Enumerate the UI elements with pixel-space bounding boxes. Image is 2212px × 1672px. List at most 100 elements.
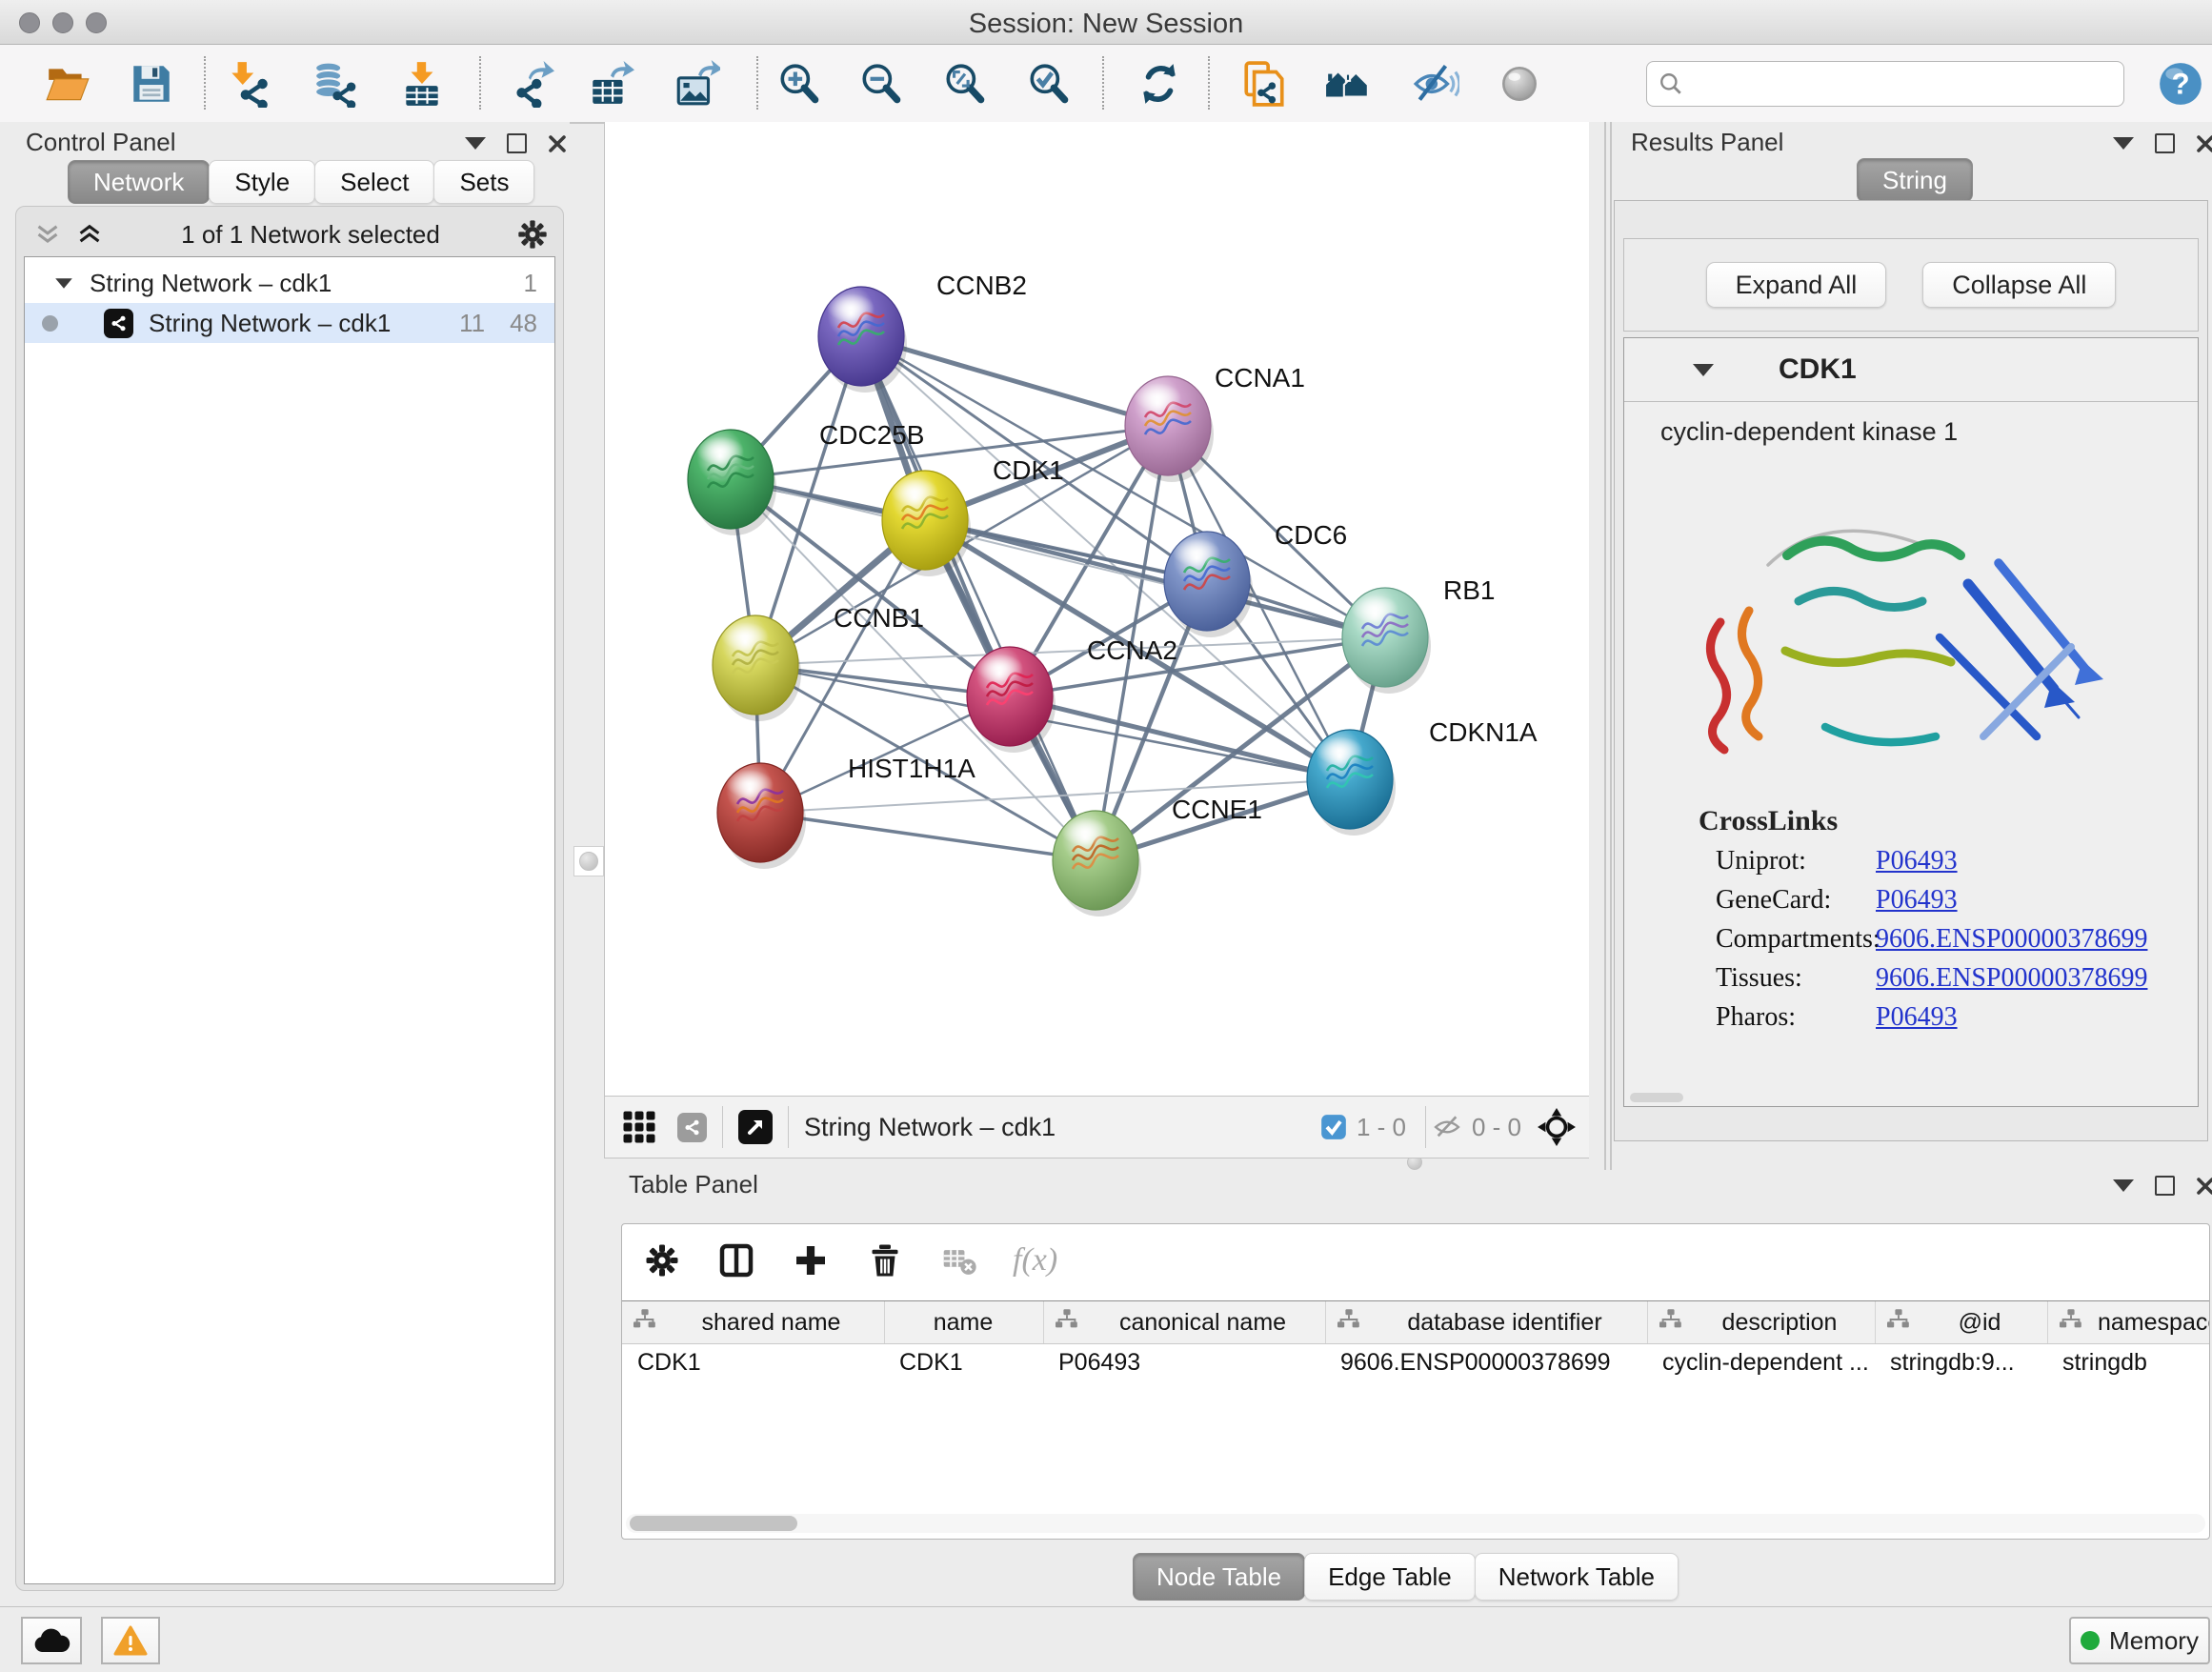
tab-network-table[interactable]: Network Table — [1475, 1553, 1679, 1601]
save-session-icon[interactable] — [126, 58, 177, 110]
export-network-icon[interactable] — [505, 58, 556, 110]
add-column-icon[interactable] — [790, 1239, 832, 1281]
cell-description[interactable]: cyclin-dependent ... — [1647, 1342, 1875, 1382]
node-result-header[interactable]: CDK1 — [1624, 338, 2198, 402]
network-node-rb1[interactable]: RB1 — [1342, 575, 1495, 694]
delete-table-icon — [938, 1239, 980, 1281]
home-networks-icon[interactable] — [1322, 58, 1374, 110]
node-label: CDK1 — [993, 455, 1064, 485]
results-menu-icon[interactable] — [2113, 137, 2134, 150]
panel-menu-icon[interactable] — [465, 137, 486, 150]
zoom-out-icon[interactable] — [855, 58, 907, 110]
export-table-icon[interactable] — [585, 58, 636, 110]
window-title: Session: New Session — [0, 9, 2212, 40]
column-header-canonical-name[interactable]: canonical name — [1043, 1301, 1325, 1343]
copy-share-document-icon[interactable] — [1238, 58, 1290, 110]
zoom-in-icon[interactable] — [774, 58, 825, 110]
tab-sets[interactable]: Sets — [433, 160, 534, 204]
crosslink-value-link[interactable]: 9606.ENSP00000378699 — [1876, 924, 2147, 955]
panel-float-icon[interactable] — [507, 133, 527, 153]
search-input[interactable] — [1691, 64, 2123, 104]
tab-network[interactable]: Network — [68, 160, 210, 204]
expand-all-icon[interactable] — [75, 222, 104, 247]
left-splitter-handle[interactable] — [573, 846, 604, 876]
results-scrollbar-thumb[interactable] — [1630, 1093, 1683, 1102]
hide-unhide-icon[interactable] — [1410, 58, 1461, 110]
table-options-gear-icon[interactable] — [641, 1239, 683, 1281]
expand-all-button[interactable]: Expand All — [1706, 262, 1887, 308]
network-options-gear-icon[interactable] — [517, 219, 548, 250]
cell-name[interactable]: CDK1 — [884, 1342, 1043, 1382]
collection-label: String Network – cdk1 — [90, 269, 332, 298]
column-label: shared name — [702, 1309, 855, 1337]
crosslink-value-link[interactable]: P06493 — [1876, 885, 1958, 916]
tab-style[interactable]: Style — [209, 160, 315, 204]
zoom-selected-icon[interactable] — [1023, 58, 1075, 110]
tab-string[interactable]: String — [1857, 158, 1973, 202]
network-node-hist1h1a[interactable]: HIST1H1A — [717, 754, 975, 869]
refresh-icon[interactable] — [1134, 58, 1185, 110]
node-label: CCNB2 — [936, 271, 1027, 300]
table-scrollbar-thumb[interactable] — [630, 1516, 797, 1531]
birds-eye-view-icon[interactable] — [738, 1110, 773, 1144]
help-icon[interactable]: ? — [2155, 58, 2206, 110]
crosslink-value-link[interactable]: P06493 — [1876, 846, 1958, 876]
collapse-entry-icon[interactable] — [1693, 364, 1714, 376]
import-network-file-icon[interactable] — [223, 58, 274, 110]
table-close-icon[interactable] — [2196, 1177, 2212, 1196]
network-row-selected[interactable]: String Network – cdk1 11 48 — [25, 303, 554, 343]
show-columns-icon[interactable] — [715, 1239, 757, 1281]
network-node-cdk1[interactable]: CDK1 — [882, 455, 1064, 576]
tab-node-table[interactable]: Node Table — [1133, 1553, 1305, 1601]
fit-selected-crosshair-icon[interactable] — [1537, 1107, 1577, 1147]
selected-checkbox-icon[interactable] — [1320, 1114, 1347, 1140]
crosslink-value-link[interactable]: 9606.ENSP00000378699 — [1876, 963, 2147, 994]
network-view-share-icon[interactable] — [677, 1113, 707, 1142]
table-menu-icon[interactable] — [2113, 1179, 2134, 1192]
cell-namespace[interactable]: stringdb — [2047, 1342, 2209, 1382]
network-node-cdkn1a[interactable]: CDKN1A — [1307, 717, 1538, 836]
column-header-database-identifier[interactable]: database identifier — [1325, 1301, 1647, 1343]
tab-select[interactable]: Select — [314, 160, 434, 204]
column-header-description[interactable]: description — [1647, 1301, 1875, 1343]
table-float-icon[interactable] — [2155, 1176, 2175, 1196]
open-session-icon[interactable] — [42, 58, 93, 110]
memory-button[interactable]: Memory — [2069, 1617, 2210, 1664]
results-close-icon[interactable] — [2196, 134, 2212, 153]
column-header-name[interactable]: name — [884, 1301, 1043, 1343]
tab-edge-table[interactable]: Edge Table — [1304, 1553, 1476, 1601]
import-table-icon[interactable] — [396, 58, 448, 110]
network-canvas[interactable]: CCNB2CCNA1CDC25BCDK1CDC6RB1CCNB1CCNA2CDK… — [604, 122, 1591, 1096]
column-header-shared-name[interactable]: shared name — [622, 1301, 884, 1343]
hierarchy-icon — [1887, 1309, 1925, 1337]
network-node-ccna1[interactable]: CCNA1 — [1125, 363, 1305, 482]
cell-shared-name[interactable]: CDK1 — [622, 1342, 884, 1382]
grid-view-icon[interactable] — [622, 1110, 656, 1144]
column-header--id[interactable]: @id — [1875, 1301, 2047, 1343]
cell-database-identifier[interactable]: 9606.ENSP00000378699 — [1325, 1342, 1647, 1382]
node-result-name: CDK1 — [1779, 353, 1857, 386]
collapse-all-button[interactable]: Collapse All — [1922, 262, 2116, 308]
svg-text:?: ? — [2171, 67, 2189, 100]
tree-expander-icon[interactable] — [55, 278, 72, 288]
collapse-all-icon[interactable] — [33, 222, 62, 247]
column-header-namespace[interactable]: namespace — [2047, 1301, 2209, 1343]
network-collection-row[interactable]: String Network – cdk1 1 — [25, 263, 554, 303]
zoom-fit-icon[interactable] — [939, 58, 991, 110]
crosslink-value-link[interactable]: P06493 — [1876, 1002, 1958, 1033]
cell--id[interactable]: stringdb:9... — [1875, 1342, 2047, 1382]
cell-canonical-name[interactable]: P06493 — [1043, 1342, 1325, 1382]
panel-close-icon[interactable] — [548, 134, 567, 153]
network-selected-summary: 1 of 1 Network selected — [104, 220, 517, 250]
network-edge[interactable] — [760, 813, 1096, 860]
import-network-database-icon[interactable] — [311, 58, 362, 110]
network-edge[interactable] — [861, 336, 1168, 426]
toggle-view-icon[interactable] — [1494, 58, 1545, 110]
results-float-icon[interactable] — [2155, 133, 2175, 153]
table-row[interactable]: CDK1CDK1P064939606.ENSP00000378699cyclin… — [622, 1342, 2209, 1382]
cloud-button[interactable] — [21, 1617, 82, 1664]
hierarchy-icon — [1659, 1309, 1698, 1337]
export-image-icon[interactable] — [671, 58, 722, 110]
delete-column-trash-icon[interactable] — [864, 1239, 906, 1281]
warnings-button[interactable] — [101, 1617, 160, 1664]
